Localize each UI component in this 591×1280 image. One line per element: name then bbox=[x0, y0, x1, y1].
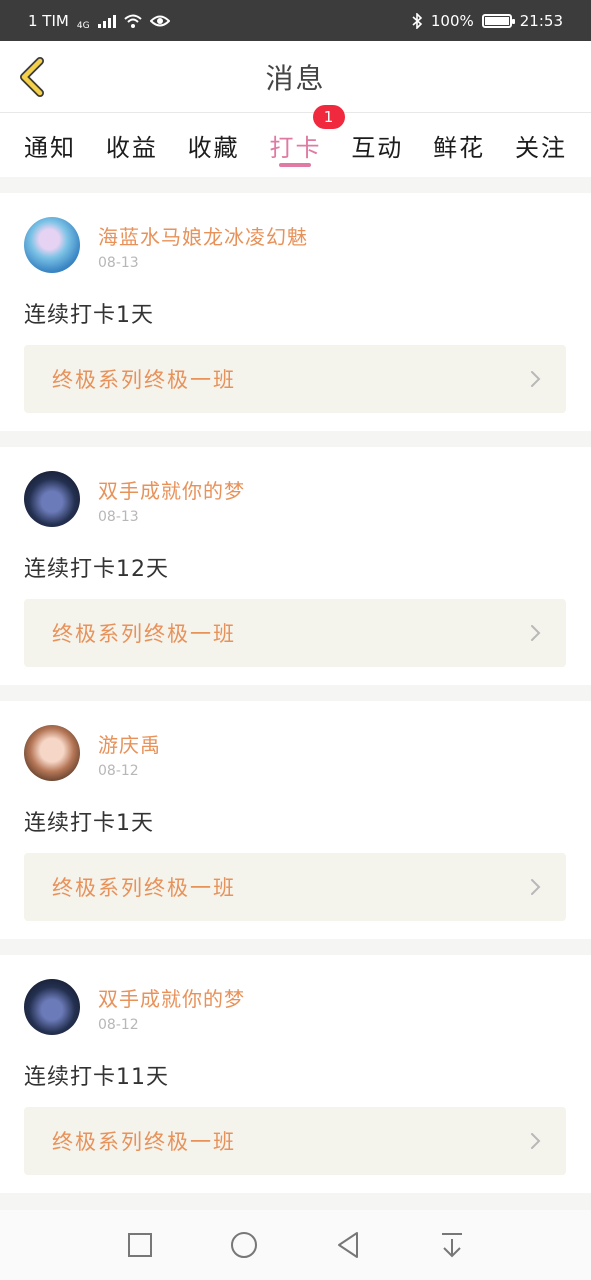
tab-favorites[interactable]: 收藏 bbox=[188, 113, 240, 177]
tab-label: 收益 bbox=[105, 133, 158, 162]
class-name: 终极系列终极一班 bbox=[52, 1130, 236, 1154]
unread-badge: 1 bbox=[313, 105, 346, 129]
carrier-label: 1 TIM bbox=[28, 11, 69, 30]
home-button[interactable] bbox=[224, 1225, 264, 1265]
back-arrow-icon bbox=[20, 57, 44, 97]
checkin-streak-text: 连续打卡12天 bbox=[24, 557, 169, 582]
status-left: 1 TIM 4G bbox=[28, 11, 170, 31]
tab-flowers[interactable]: 鲜花 bbox=[433, 113, 485, 177]
username[interactable]: 双手成就你的梦 bbox=[98, 983, 245, 1012]
checkin-card: 游庆禹 08-12 连续打卡1天 终极系列终极一班 bbox=[0, 701, 591, 939]
tab-label: 互动 bbox=[351, 133, 404, 162]
active-tab-indicator bbox=[279, 163, 312, 167]
tab-label: 通知 bbox=[24, 133, 76, 162]
avatar[interactable] bbox=[24, 217, 80, 273]
post-date: 08-12 bbox=[98, 763, 139, 779]
tab-label: 打卡 bbox=[269, 133, 322, 162]
username[interactable]: 游庆禹 bbox=[98, 729, 161, 758]
tab-label: 鲜花 bbox=[433, 133, 486, 162]
class-link[interactable]: 终极系列终极一班 bbox=[24, 853, 566, 921]
checkin-streak-text: 连续打卡11天 bbox=[24, 1065, 169, 1090]
time-label: 21:53 bbox=[519, 11, 563, 30]
tab-bar: 通知 收益 收藏 打卡 1 互动 鲜花 关注 bbox=[0, 105, 591, 177]
tab-notifications[interactable]: 通知 bbox=[24, 113, 76, 177]
eye-icon bbox=[149, 15, 170, 26]
status-right: 100% 21:53 bbox=[411, 12, 563, 30]
header: 消息 bbox=[0, 41, 591, 113]
square-icon bbox=[127, 1233, 152, 1257]
battery-percent: 100% bbox=[430, 11, 474, 30]
checkin-streak-text: 连续打卡1天 bbox=[24, 303, 154, 328]
recents-button[interactable] bbox=[120, 1225, 160, 1265]
bluetooth-icon bbox=[412, 12, 423, 29]
tab-checkin[interactable]: 打卡 1 bbox=[269, 105, 346, 177]
tab-label: 收藏 bbox=[187, 133, 240, 162]
back-nav-button[interactable] bbox=[328, 1225, 368, 1265]
class-name: 终极系列终极一班 bbox=[52, 876, 236, 900]
back-button[interactable] bbox=[12, 55, 52, 99]
checkin-feed: 海蓝水马娘龙冰凌幻魅 08-13 连续打卡1天 终极系列终极一班 双手成就你的梦… bbox=[0, 193, 591, 1209]
avatar[interactable] bbox=[24, 725, 80, 781]
class-link[interactable]: 终极系列终极一班 bbox=[24, 599, 566, 667]
circle-icon bbox=[230, 1232, 257, 1258]
class-name: 终极系列终极一班 bbox=[52, 368, 236, 392]
post-date: 08-12 bbox=[98, 1017, 139, 1033]
username[interactable]: 双手成就你的梦 bbox=[98, 475, 245, 504]
tab-earnings[interactable]: 收益 bbox=[106, 113, 158, 177]
battery-icon bbox=[481, 13, 515, 28]
download-arrow-icon bbox=[441, 1233, 462, 1258]
chevron-right-icon bbox=[531, 625, 541, 641]
notification-shade-button[interactable] bbox=[432, 1225, 472, 1265]
chevron-right-icon bbox=[531, 371, 541, 387]
checkin-card: 双手成就你的梦 08-13 连续打卡12天 终极系列终极一班 bbox=[0, 447, 591, 685]
post-date: 08-13 bbox=[98, 509, 139, 525]
avatar[interactable] bbox=[24, 471, 80, 527]
wifi-icon bbox=[123, 14, 142, 28]
class-link[interactable]: 终极系列终极一班 bbox=[24, 345, 566, 413]
network-label: 4G bbox=[76, 20, 90, 31]
signal-icon bbox=[97, 14, 116, 28]
username[interactable]: 海蓝水马娘龙冰凌幻魅 bbox=[98, 221, 308, 250]
status-bar: 1 TIM 4G 100% 21:53 bbox=[0, 0, 591, 41]
post-date: 08-13 bbox=[98, 255, 139, 271]
class-name: 终极系列终极一班 bbox=[52, 622, 236, 646]
tab-label: 关注 bbox=[514, 133, 567, 162]
chevron-right-icon bbox=[531, 1133, 541, 1149]
checkin-card: 双手成就你的梦 08-12 连续打卡11天 终极系列终极一班 bbox=[0, 955, 591, 1193]
triangle-back-icon bbox=[337, 1232, 358, 1258]
system-nav-bar bbox=[0, 1210, 591, 1280]
avatar[interactable] bbox=[24, 979, 80, 1035]
page-title: 消息 bbox=[265, 61, 326, 95]
chevron-right-icon bbox=[531, 879, 541, 895]
class-link[interactable]: 终极系列终极一班 bbox=[24, 1107, 566, 1175]
tab-interactions[interactable]: 互动 bbox=[351, 113, 403, 177]
checkin-streak-text: 连续打卡1天 bbox=[24, 811, 154, 836]
tab-follow[interactable]: 关注 bbox=[515, 113, 567, 177]
checkin-card: 海蓝水马娘龙冰凌幻魅 08-13 连续打卡1天 终极系列终极一班 bbox=[0, 193, 591, 431]
